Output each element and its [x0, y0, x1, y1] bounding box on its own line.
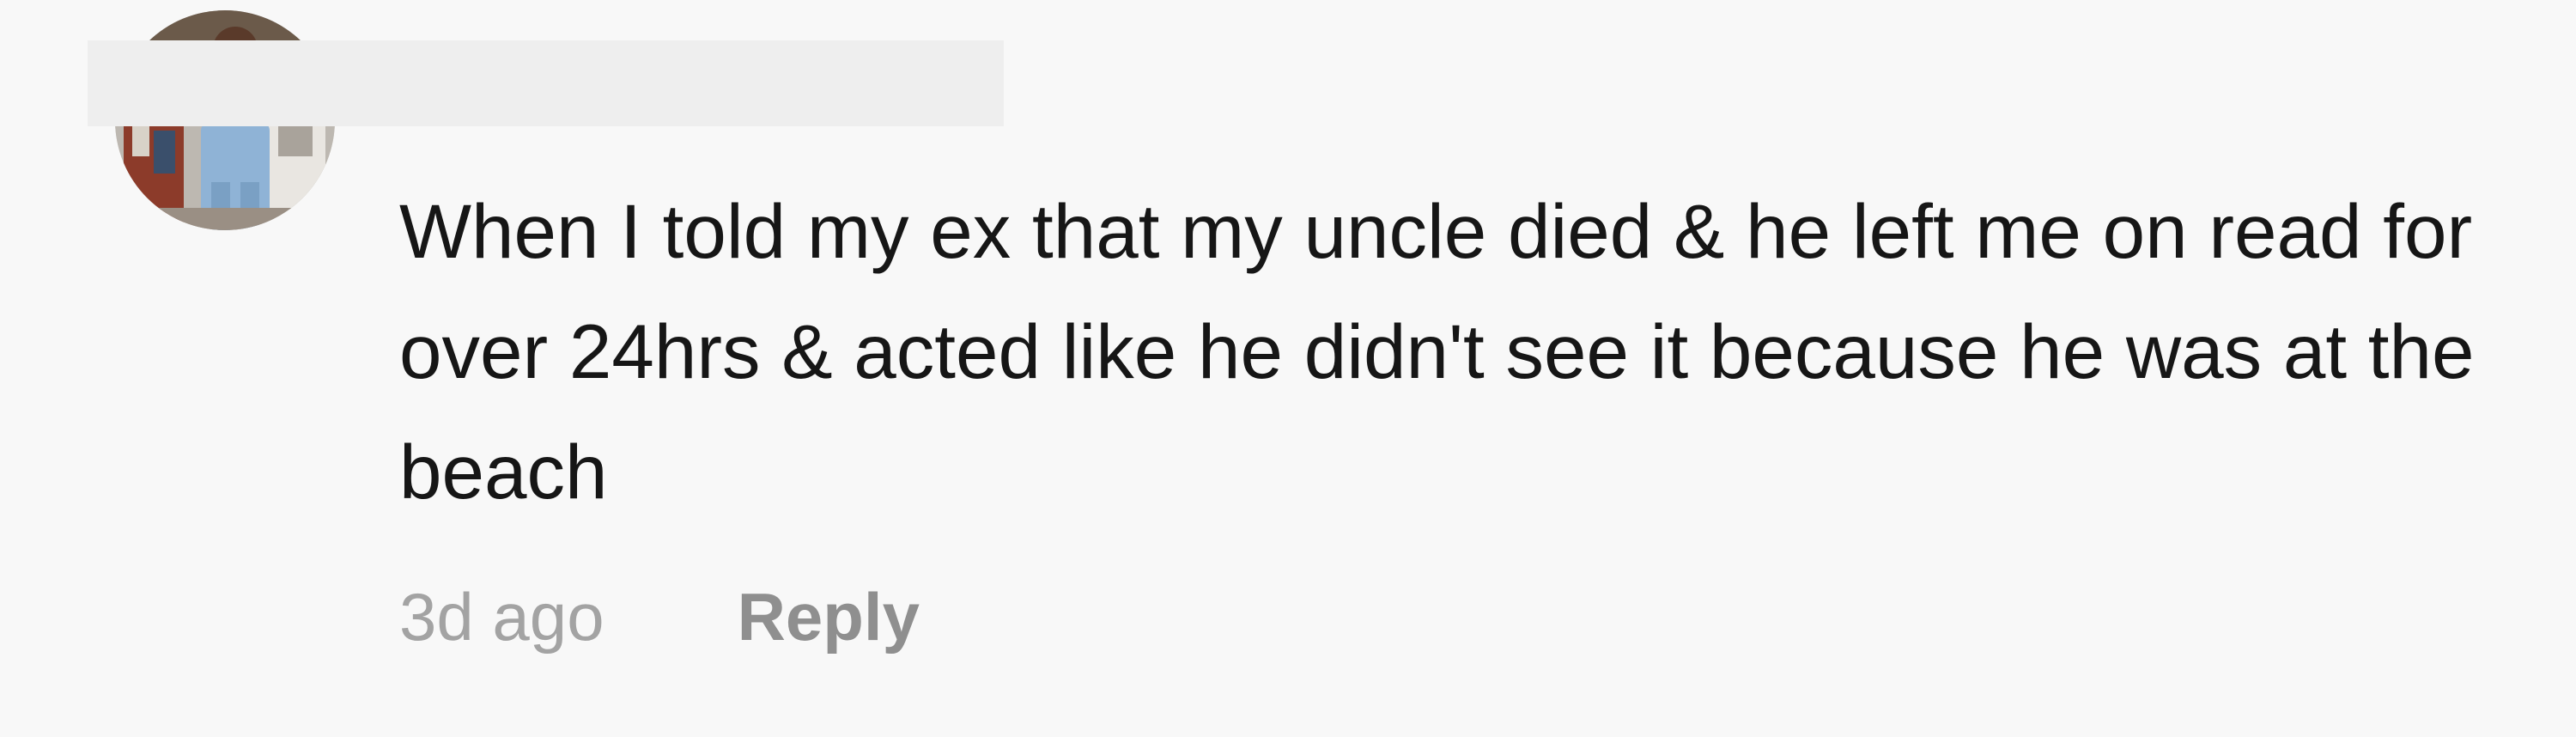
- comment-timestamp: 3d ago: [399, 579, 605, 655]
- reply-button[interactable]: Reply: [738, 574, 920, 660]
- comment-text: When I told my ex that my uncle died & h…: [399, 188, 2475, 515]
- username-redaction: [88, 40, 1004, 126]
- comment-meta-row: 3d ago Reply: [399, 574, 920, 660]
- comment-item: When I told my ex that my uncle died & h…: [0, 0, 2576, 737]
